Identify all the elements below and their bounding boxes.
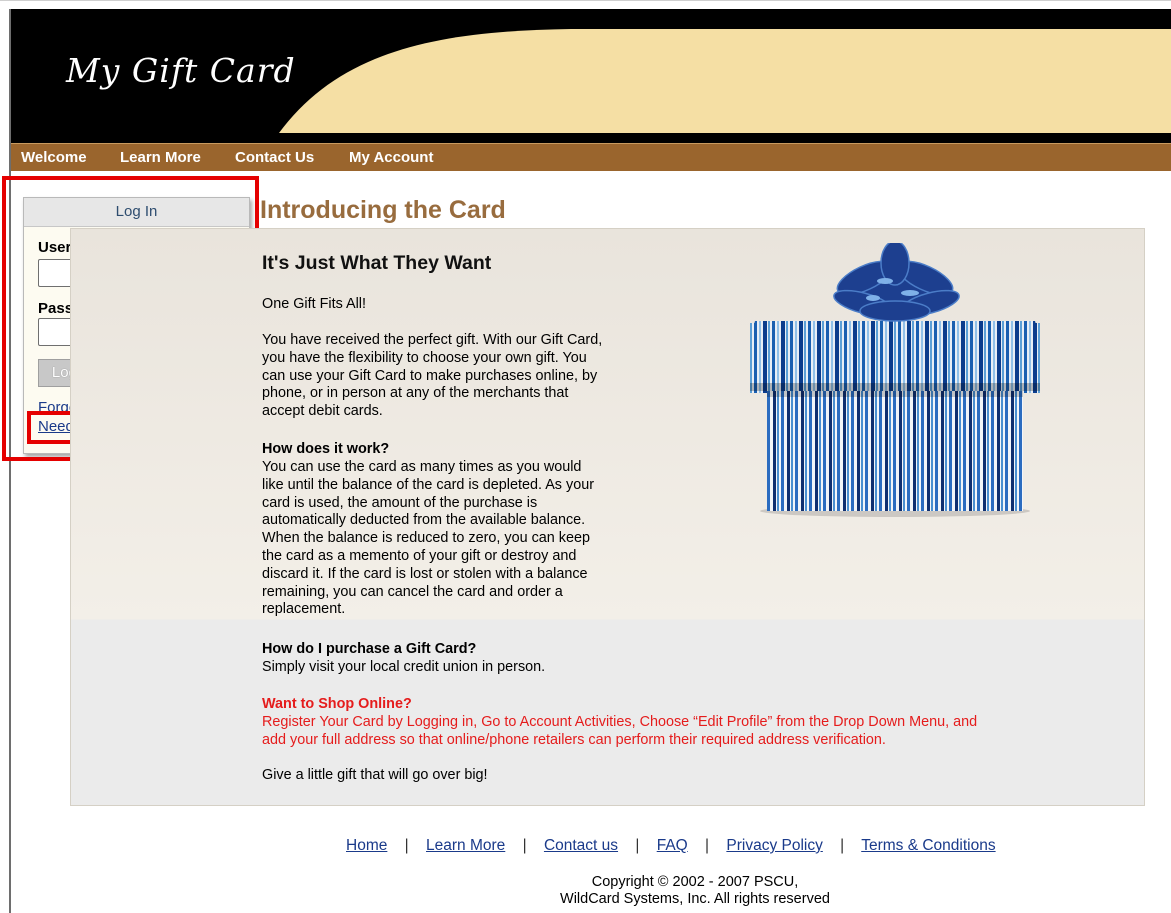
nav-learn-more[interactable]: Learn More	[120, 149, 201, 166]
copyright: Copyright © 2002 - 2007 PSCU, WildCard S…	[0, 874, 1171, 908]
how-line: replacement.	[262, 601, 346, 618]
section-subtitle: It's Just What They Want	[262, 252, 492, 274]
how-line: discard it. If the card is lost or stole…	[262, 565, 588, 582]
tagline: One Gift Fits All!	[262, 296, 366, 312]
how-paragraph: You can use the card as many times as yo…	[262, 459, 594, 619]
footer-separator: |	[840, 837, 845, 854]
intro-line: accept debit cards.	[262, 403, 383, 420]
gift-box-image	[750, 243, 1040, 517]
intro-line: can use your Gift Card to make purchases…	[262, 367, 598, 384]
footer-separator: |	[705, 837, 710, 854]
how-line: card is used, the amount of the purchase…	[262, 494, 538, 511]
footer-separator: |	[635, 837, 640, 854]
how-line: like until the balance of the card is de…	[262, 476, 594, 493]
copyright-line: WildCard Systems, Inc. All rights reserv…	[560, 891, 830, 907]
shop-line: Register Your Card by Logging in, Go to …	[262, 714, 978, 730]
site-logo[interactable]: My Gift Card	[66, 51, 296, 90]
copyright-line: Copyright © 2002 - 2007 PSCU,	[591, 874, 799, 890]
footer-separator: |	[522, 837, 527, 854]
intro-line: phone, or in person at any of the mercha…	[262, 385, 569, 402]
footer-link-home[interactable]: Home	[346, 837, 387, 854]
how-line: You can use the card as many times as yo…	[262, 459, 582, 475]
page-title: Introducing the Card	[260, 196, 506, 224]
how-line: the card as a memento of your gift or de…	[262, 547, 577, 564]
intro-line: You have received the perfect gift. With…	[262, 332, 603, 348]
how-line: remaining, you can cancel the card and o…	[262, 583, 563, 600]
nav-contact-us[interactable]: Contact Us	[235, 149, 314, 166]
purchase-heading: How do I purchase a Gift Card?	[262, 641, 477, 657]
shop-line: add your full address so that online/pho…	[262, 731, 886, 748]
closing-text: Give a little gift that will go over big…	[262, 767, 488, 783]
footer-link-contact-us[interactable]: Contact us	[544, 837, 618, 854]
how-line: When the balance is reduced to zero, you…	[262, 530, 590, 547]
purchase-text: Simply visit your local credit union in …	[262, 659, 546, 675]
footer-separator: |	[404, 837, 409, 854]
nav-welcome[interactable]: Welcome	[21, 149, 87, 166]
footer-link-faq[interactable]: FAQ	[657, 837, 688, 854]
main-nav: Welcome Learn More Contact Us My Account	[11, 143, 1171, 171]
intro-line: you have the flexibility to choose your …	[262, 349, 587, 366]
site-header: My Gift Card	[11, 9, 1171, 143]
footer-link-privacy-policy[interactable]: Privacy Policy	[726, 837, 822, 854]
nav-my-account[interactable]: My Account	[349, 149, 433, 166]
how-line: automatically deducted from the availabl…	[262, 512, 586, 529]
shop-online-text: Register Your Card by Logging in, Go to …	[262, 714, 977, 750]
how-heading: How does it work?	[262, 441, 390, 457]
footer-link-learn-more[interactable]: Learn More	[426, 837, 505, 854]
footer-links: Home | Learn More | Contact us | FAQ | P…	[346, 837, 996, 855]
intro-paragraph: You have received the perfect gift. With…	[262, 332, 602, 421]
footer-link-terms[interactable]: Terms & Conditions	[861, 837, 995, 854]
shop-online-heading: Want to Shop Online?	[262, 696, 412, 712]
